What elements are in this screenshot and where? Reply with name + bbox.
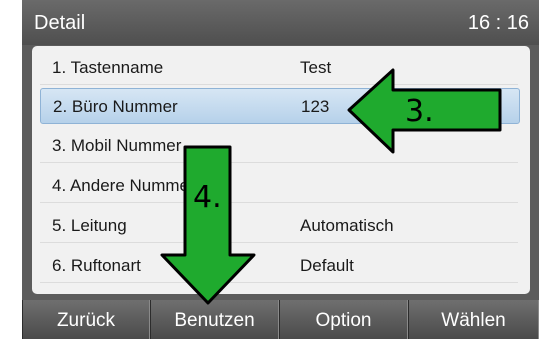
list-item-label: 5. Leitung [52,216,127,235]
list-item-label: 3. Mobil Nummer [52,136,182,155]
list-item-label: 1. Tastenname [52,58,164,77]
softkey-bar: Zurück Benutzen Option Wählen [22,300,539,339]
softkey-waehlen[interactable]: Wählen [408,300,539,339]
list-item-value: 123 [301,97,330,116]
list-item-andere-nummer[interactable]: 4. Andere Nummer [40,168,518,203]
list-item-leitung[interactable]: 5. Leitung Automatisch [40,208,518,243]
list-item-value: Default [300,256,354,275]
list-item-value: Test [300,58,332,77]
list-item-label: 4. Andere Nummer [52,176,195,195]
phone-screen: Detail 16 : 16 1. Tastenname Test 2. Bür… [22,0,539,339]
detail-list: 1. Tastenname Test 2. Büro Nummer 123 3.… [32,46,530,294]
list-item-value: Automatisch [300,216,394,235]
list-item-tastenname[interactable]: 1. Tastenname Test [40,50,518,85]
annotation-label-3: 3. [405,94,434,129]
softkey-benutzen[interactable]: Benutzen [150,300,279,339]
title-bar: Detail 16 : 16 [22,0,539,45]
clock: 16 : 16 [467,12,529,34]
list-item-ruftonart[interactable]: 6. Ruftonart Default [40,248,518,283]
annotation-label-4: 4. [193,180,222,215]
softkey-zurueck[interactable]: Zurück [22,300,150,339]
softkey-option[interactable]: Option [279,300,408,339]
list-item-buero-nummer[interactable]: 2. Büro Nummer 123 [40,88,520,124]
page-title: Detail [34,12,86,34]
list-item-label: 2. Büro Nummer [53,97,178,116]
list-item-mobil-nummer[interactable]: 3. Mobil Nummer [40,128,518,163]
list-item-label: 6. Ruftonart [52,256,141,275]
